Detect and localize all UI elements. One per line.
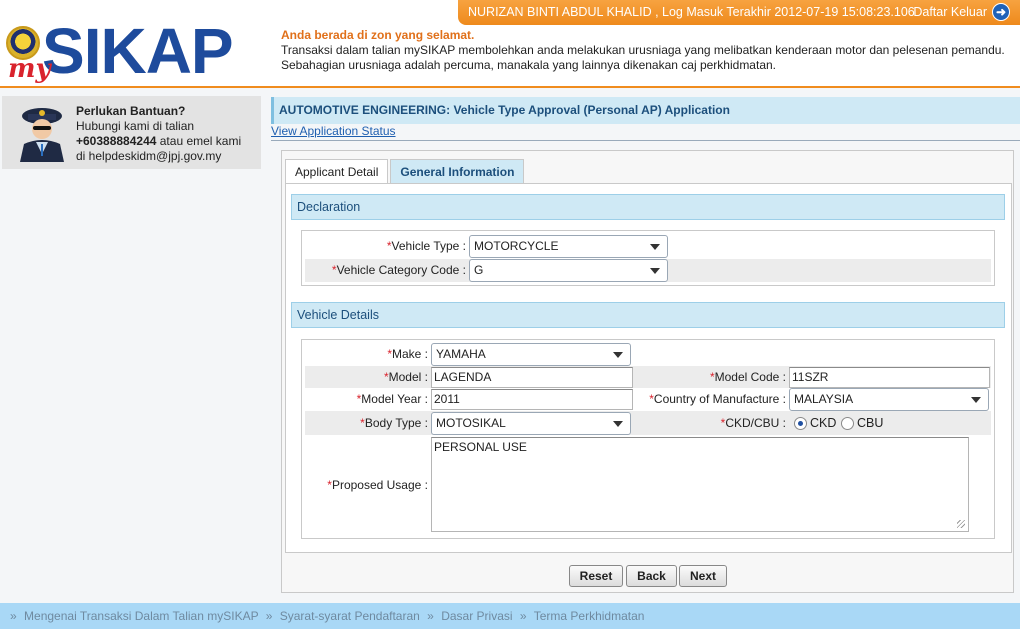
vehicle-category-code-select[interactable]: G bbox=[469, 259, 668, 282]
model-code-label: *Model Code : bbox=[709, 370, 786, 384]
help-line2-suffix: atau emel kami bbox=[156, 134, 242, 148]
help-phone: +60388884244 bbox=[76, 134, 157, 148]
resize-grip-icon[interactable] bbox=[957, 520, 965, 528]
vehicle-type-label: *Vehicle Type : bbox=[386, 239, 466, 253]
model-year-input[interactable]: 2011 bbox=[431, 389, 633, 410]
cbu-option-label: CBU bbox=[857, 416, 884, 430]
chevron-down-icon bbox=[650, 244, 660, 250]
make-select[interactable]: YAMAHA bbox=[431, 343, 631, 366]
chevron-down-icon bbox=[650, 268, 660, 274]
vehicle-details-section-header: Vehicle Details bbox=[291, 302, 1005, 328]
security-notice: Anda berada di zon yang selamat. Transak… bbox=[281, 28, 1011, 73]
user-login-info: NURIZAN BINTI ABDUL KHALID , Log Masuk T… bbox=[468, 5, 915, 19]
model-input[interactable]: LAGENDA bbox=[431, 367, 633, 388]
country-of-manufacture-select[interactable]: MALAYSIA bbox=[789, 388, 989, 411]
model-label: *Model : bbox=[383, 370, 428, 384]
country-of-manufacture-value: MALAYSIA bbox=[794, 392, 854, 406]
chevron-down-icon bbox=[971, 397, 981, 403]
help-box: Perlukan Bantuan? Hubungi kami di talian… bbox=[2, 96, 261, 169]
footer-separator: » bbox=[427, 609, 434, 623]
divider bbox=[271, 140, 1020, 141]
proposed-usage-label: *Proposed Usage : bbox=[327, 478, 428, 492]
chevron-down-icon bbox=[613, 352, 623, 358]
vehicle-category-code-label: *Vehicle Category Code : bbox=[331, 263, 466, 277]
back-button[interactable]: Back bbox=[626, 565, 677, 587]
radio-unselected-icon bbox=[841, 416, 854, 430]
logout-button[interactable]: Daftar Keluar ➜ bbox=[913, 3, 1010, 21]
logout-label: Daftar Keluar bbox=[913, 5, 987, 19]
arrow-right-icon: ➜ bbox=[992, 3, 1010, 21]
logo-sikap-text: SIKAP bbox=[42, 15, 234, 87]
mysikap-logo[interactable]: SIKAP my bbox=[4, 18, 244, 84]
reset-button[interactable]: Reset bbox=[569, 565, 623, 587]
vehicle-category-code-value: G bbox=[474, 263, 484, 277]
help-line1: Hubungi kami di talian bbox=[76, 119, 195, 133]
page-title: AUTOMOTIVE ENGINEERING: Vehicle Type App… bbox=[271, 97, 1020, 124]
tab-general-information[interactable]: General Information bbox=[390, 159, 525, 183]
tab-bar: Applicant Detail General Information bbox=[285, 159, 525, 183]
model-code-input[interactable]: 11SZR bbox=[789, 367, 990, 388]
footer-separator: » bbox=[10, 609, 17, 623]
model-year-label: *Model Year : bbox=[356, 392, 428, 406]
footer-separator: » bbox=[519, 609, 527, 623]
help-email: di helpdeskidm@jpj.gov.my bbox=[76, 149, 222, 163]
radio-selected-icon bbox=[794, 416, 807, 430]
footer-link-privacy-policy[interactable]: Dasar Privasi bbox=[441, 609, 512, 623]
proposed-usage-textarea[interactable]: PERSONAL USE bbox=[431, 437, 969, 532]
ckd-option-label: CKD bbox=[810, 416, 837, 430]
view-application-status-link[interactable]: View Application Status bbox=[271, 124, 396, 138]
cbu-radio[interactable]: CBU bbox=[841, 416, 883, 430]
footer-link-registration-terms[interactable]: Syarat-syarat Pendaftaran bbox=[280, 609, 420, 623]
body-type-select[interactable]: MOTOSIKAL bbox=[431, 412, 631, 435]
footer-link-about[interactable]: Mengenai Transaksi Dalam Talian mySIKAP bbox=[24, 609, 258, 623]
footer: » Mengenai Transaksi Dalam Talian mySIKA… bbox=[0, 603, 1020, 629]
service-description: Transaksi dalam talian mySIKAP membolehk… bbox=[281, 43, 1005, 72]
make-value: YAMAHA bbox=[436, 347, 486, 361]
body-type-label: *Body Type : bbox=[360, 416, 428, 430]
safe-zone-text: Anda berada di zon yang selamat. bbox=[281, 28, 475, 42]
help-text: Perlukan Bantuan? Hubungi kami di talian… bbox=[76, 104, 241, 164]
ckd-radio[interactable]: CKD bbox=[794, 416, 836, 430]
logo-my-text: my bbox=[8, 54, 51, 84]
footer-link-terms-of-service[interactable]: Terma Perkhidmatan bbox=[534, 609, 645, 623]
country-of-manufacture-label: *Country of Manufacture : bbox=[649, 392, 786, 406]
footer-separator: » bbox=[265, 609, 273, 623]
make-label: *Make : bbox=[387, 347, 428, 361]
site-header: SIKAP my NURIZAN BINTI ABDUL KHALID , Lo… bbox=[0, 0, 1020, 88]
declaration-section-header: Declaration bbox=[291, 194, 1005, 220]
vehicle-type-value: MOTORCYCLE bbox=[474, 239, 559, 253]
body-type-value: MOTOSIKAL bbox=[436, 416, 506, 430]
tab-applicant-detail[interactable]: Applicant Detail bbox=[285, 159, 389, 183]
proposed-usage-value: PERSONAL USE bbox=[434, 440, 527, 454]
vehicle-type-select[interactable]: MOTORCYCLE bbox=[469, 235, 668, 258]
officer-avatar-icon bbox=[20, 108, 64, 162]
next-button[interactable]: Next bbox=[679, 565, 727, 587]
user-bar: NURIZAN BINTI ABDUL KHALID , Log Masuk T… bbox=[458, 0, 1020, 25]
ckd-cbu-label: *CKD/CBU : bbox=[720, 416, 786, 430]
help-title: Perlukan Bantuan? bbox=[76, 104, 186, 118]
